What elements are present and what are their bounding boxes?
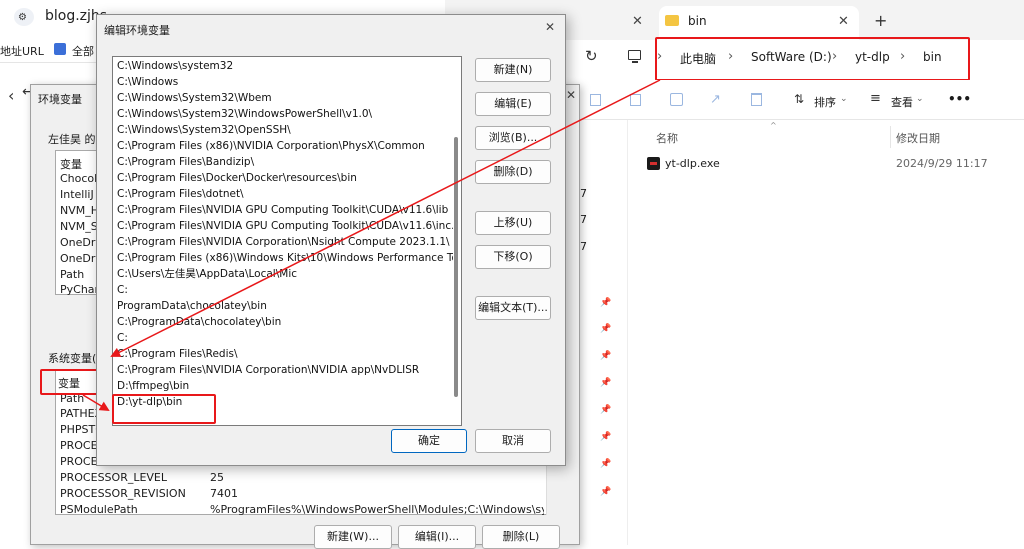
annotation-arrows (82, 79, 661, 412)
arrow-variable-to-newpath (82, 394, 110, 412)
arrow-breadcrumb-to-pathlist (110, 79, 661, 357)
